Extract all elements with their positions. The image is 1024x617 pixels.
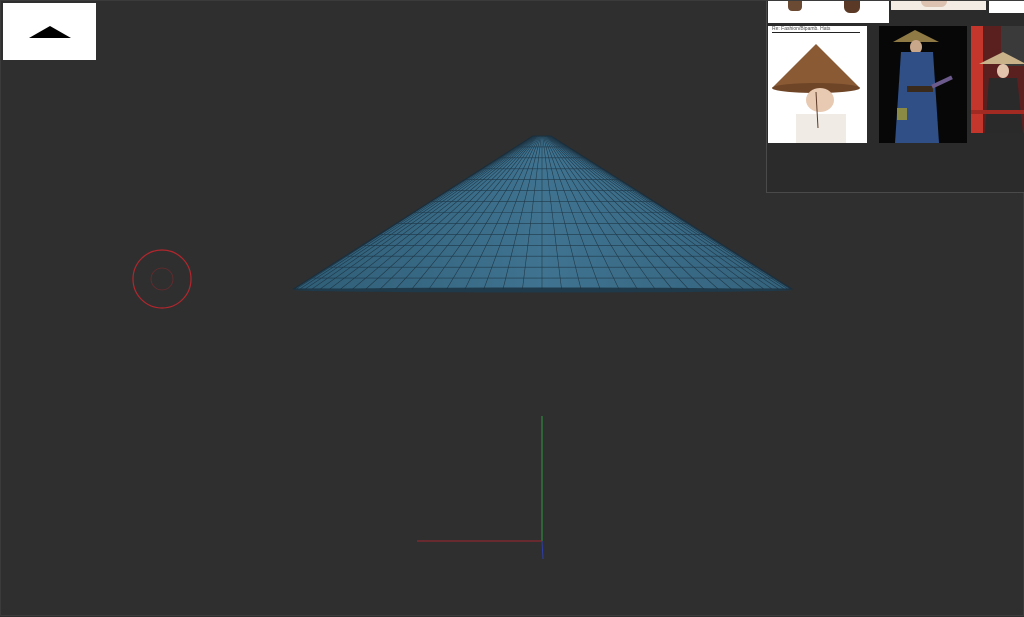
reference-image-panel[interactable]: Re: Fashion/Bipamb. Hats (766, 1, 1024, 193)
cone-mesh[interactable] (292, 135, 794, 293)
ref-woman-straw-hat[interactable] (971, 26, 1024, 133)
brush-cursor (132, 249, 192, 309)
woman-hat-image (971, 26, 1024, 133)
ref-hat-product[interactable]: Re: Fashion/Bipamb. Hats (768, 26, 867, 143)
ref-samurai-blue-robe[interactable] (879, 26, 967, 143)
3d-viewport[interactable]: Re: Fashion/Bipamb. Hats (0, 0, 1024, 616)
ref-top-hands[interactable] (891, 1, 986, 10)
axis-gizmo (417, 416, 544, 560)
straw-hat-image (772, 44, 860, 143)
z-axis-line (541, 540, 544, 560)
ref-top-boots[interactable] (768, 1, 889, 23)
ref-top-misc[interactable] (989, 1, 1024, 13)
samurai-image (893, 30, 953, 143)
